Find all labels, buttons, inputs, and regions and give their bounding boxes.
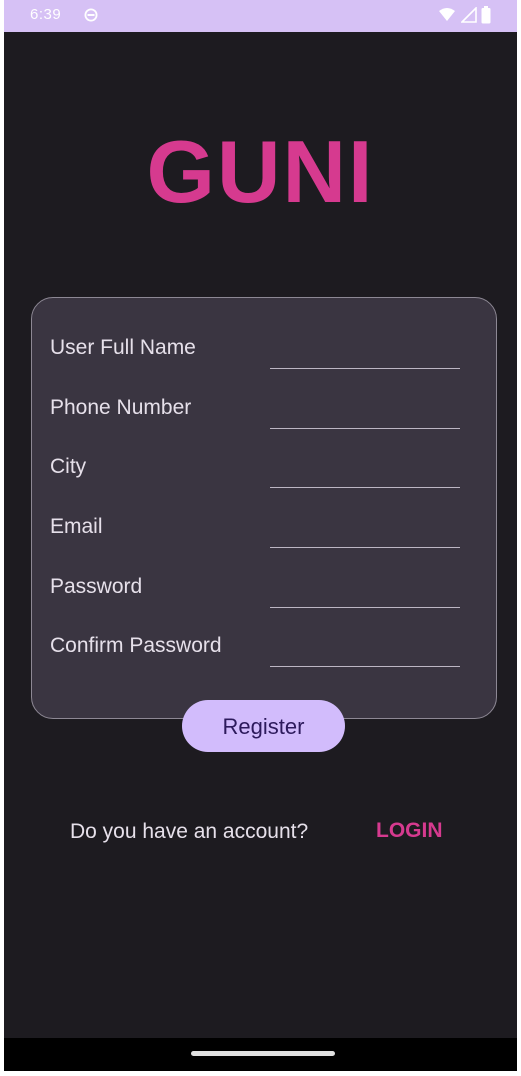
full-name-label: User Full Name [50,336,196,359]
phone-number-label: Phone Number [50,396,192,419]
confirm-password-input[interactable] [270,636,460,667]
password-row: Password [50,573,480,609]
phone-number-input[interactable] [270,398,460,429]
phone-number-row: Phone Number [50,394,480,430]
email-input[interactable] [270,517,460,548]
wifi-icon [439,8,456,21]
home-gesture-handle[interactable] [191,1051,335,1056]
status-time: 6:39 [30,6,62,23]
dnd-icon [84,8,98,27]
email-row: Email [50,513,480,549]
battery-icon [481,6,491,24]
password-input[interactable] [270,577,460,608]
city-label: City [50,455,87,478]
register-button[interactable]: Register [182,700,345,752]
full-name-row: User Full Name [50,334,480,370]
confirm-password-label: Confirm Password [50,634,222,657]
city-row: City [50,453,480,489]
status-icons [438,6,491,24]
login-link[interactable]: LOGIN [376,817,443,845]
email-label: Email [50,515,103,538]
city-input[interactable] [270,457,460,488]
registration-form: User Full Name Phone Number City Email P… [31,297,497,719]
app-screen: 6:39 GUNI User Full Name Phone Number Ci… [4,0,517,1071]
full-name-input[interactable] [270,338,460,369]
password-label: Password [50,575,143,598]
signal-icon [460,7,477,23]
app-logo: GUNI [146,122,375,221]
status-bar: 6:39 [4,0,517,32]
navigation-bar [4,1038,517,1071]
account-prompt: Do you have an account? [70,820,309,843]
confirm-password-row: Confirm Password [50,632,480,668]
